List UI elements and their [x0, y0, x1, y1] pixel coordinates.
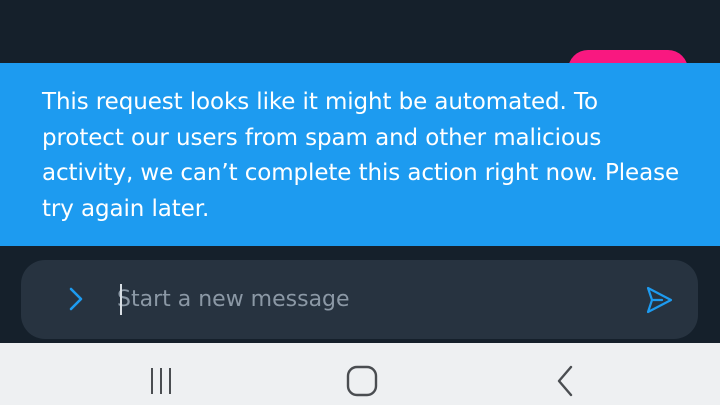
- send-icon: [646, 286, 673, 314]
- back-button[interactable]: [535, 359, 595, 403]
- message-input[interactable]: [117, 278, 617, 320]
- toast-message: This request looks like it might be auto…: [42, 89, 680, 222]
- home-button[interactable]: [332, 359, 392, 403]
- expand-composer-button[interactable]: [61, 284, 91, 314]
- recents-button[interactable]: [132, 359, 192, 403]
- system-navigation-bar: [0, 343, 720, 405]
- text-caret: [120, 284, 122, 315]
- send-button[interactable]: [641, 282, 677, 318]
- error-toast: This request looks like it might be auto…: [0, 63, 720, 246]
- message-composer: [21, 260, 698, 339]
- chevron-right-icon: [69, 287, 83, 311]
- recents-icon: [151, 368, 171, 394]
- back-icon: [557, 365, 573, 397]
- home-icon: [346, 365, 378, 397]
